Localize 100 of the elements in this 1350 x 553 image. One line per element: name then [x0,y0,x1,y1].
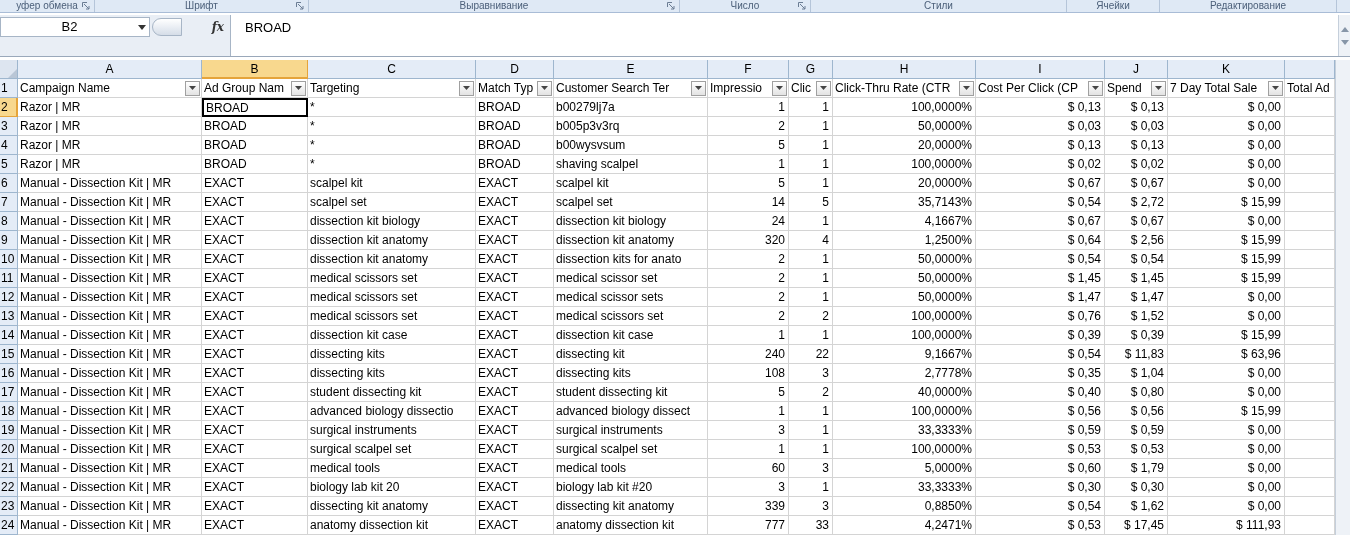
table-cell: EXACT [476,364,554,383]
filter-dropdown-button[interactable] [291,80,306,96]
caret-icon [820,86,827,90]
splitter-handle[interactable] [152,18,182,36]
table-cell: $ 1,47 [1105,288,1168,307]
row-header[interactable]: 11 [0,269,18,288]
table-cell: $ 1,79 [1105,459,1168,478]
table-cell: EXACT [202,250,308,269]
table-cell: $ 0,54 [1105,250,1168,269]
row-header[interactable]: 19 [0,421,18,440]
table-cell: dissection kit anatomy [554,231,708,250]
row-header[interactable]: 14 [0,326,18,345]
table-cell: $ 15,99 [1168,269,1285,288]
table-cell: $ 0,39 [976,326,1105,345]
filter-dropdown-button[interactable] [185,80,200,96]
row-header[interactable]: 6 [0,174,18,193]
row-header[interactable]: 12 [0,288,18,307]
row-header[interactable]: 21 [0,459,18,478]
filter-dropdown-button[interactable] [691,80,706,96]
table-cell: medical scissor set [554,269,708,288]
row-header[interactable]: 9 [0,231,18,250]
row-header[interactable]: 15 [0,345,18,364]
ribbon-group-label: Число [730,0,760,12]
dialog-launcher-icon[interactable] [296,2,304,10]
row-header[interactable]: 4 [0,136,18,155]
row-header[interactable]: 18 [0,402,18,421]
row-header[interactable]: 17 [0,383,18,402]
table-cell: 2 [789,383,833,402]
filter-dropdown-button[interactable] [1088,80,1103,96]
table-cell: biology lab kit #20 [554,478,708,497]
dialog-launcher-icon[interactable] [798,2,806,10]
table-cell: Manual - Dissection Kit | MR [18,364,202,383]
filter-dropdown-button[interactable] [537,80,552,96]
filter-dropdown-button[interactable] [772,80,787,96]
table-cell: Manual - Dissection Kit | MR [18,383,202,402]
table-cell: Manual - Dissection Kit | MR [18,288,202,307]
table-cell: 5 [789,193,833,212]
filter-dropdown-button[interactable] [459,80,474,96]
active-cell[interactable]: BROAD [202,98,308,117]
row-header[interactable]: 20 [0,440,18,459]
caret-icon [776,86,783,90]
caret-icon [1092,86,1099,90]
table-cell: * [308,98,476,117]
table-cell: surgical scalpel set [308,440,476,459]
table-cell: 14 [708,193,789,212]
row-header[interactable]: 2 [0,98,18,117]
dropdown-caret-icon[interactable] [138,24,146,30]
row-header[interactable]: 13 [0,307,18,326]
caret-icon [541,86,548,90]
filter-dropdown-button[interactable] [959,80,974,96]
filter-dropdown-button[interactable] [816,80,831,96]
caret-icon [963,86,970,90]
row-header[interactable]: 22 [0,478,18,497]
insert-function-button[interactable]: fx [211,18,224,36]
row-header[interactable]: 3 [0,117,18,136]
column-header[interactable]: F [708,60,789,79]
row-header[interactable]: 5 [0,155,18,174]
row-header[interactable]: 16 [0,364,18,383]
dialog-launcher-icon[interactable] [82,2,90,10]
column-header[interactable]: I [976,60,1105,79]
column-header[interactable]: C [308,60,476,79]
table-cell: Razor | MR [18,136,202,155]
dialog-launcher-icon[interactable] [667,2,675,10]
table-cell: $ 0,39 [1105,326,1168,345]
column-header[interactable]: A [18,60,202,79]
table-cell: EXACT [476,231,554,250]
filter-dropdown-button[interactable] [1151,80,1166,96]
scroll-up-icon[interactable] [1340,26,1349,32]
column-header[interactable]: H [833,60,976,79]
ribbon-group-label: уфер обмена [16,0,78,12]
table-cell: dissection kit case [554,326,708,345]
table-cell: 108 [708,364,789,383]
column-header[interactable]: B [202,60,308,79]
row-header[interactable]: 23 [0,497,18,516]
row-header[interactable]: 8 [0,212,18,231]
table-cell: 24 [708,212,789,231]
table-cell: EXACT [476,478,554,497]
name-box[interactable]: B2 [0,17,150,37]
table-cell: * [308,136,476,155]
vertical-scrollbar[interactable] [1335,60,1350,535]
table-cell: $ 15,99 [1168,193,1285,212]
table-cell: dissection kit biology [554,212,708,231]
column-header[interactable]: E [554,60,708,79]
column-header[interactable]: G [789,60,833,79]
table-cell: 5,0000% [833,459,976,478]
table-cell: 2 [708,307,789,326]
filter-dropdown-button[interactable] [1268,80,1283,96]
column-header[interactable]: J [1105,60,1168,79]
row-header[interactable]: 7 [0,193,18,212]
formula-input[interactable]: BROAD [230,15,1338,56]
table-cell: $ 0,00 [1168,288,1285,307]
table-cell: medical scissors set [308,307,476,326]
row-header[interactable]: 10 [0,250,18,269]
row-header[interactable]: 1 [0,79,18,98]
table-cell: 100,0000% [833,98,976,117]
scroll-down-icon[interactable] [1340,39,1349,45]
row-header[interactable]: 24 [0,516,18,535]
column-header[interactable]: K [1168,60,1285,79]
column-header[interactable]: D [476,60,554,79]
table-cell: $ 0,00 [1168,136,1285,155]
